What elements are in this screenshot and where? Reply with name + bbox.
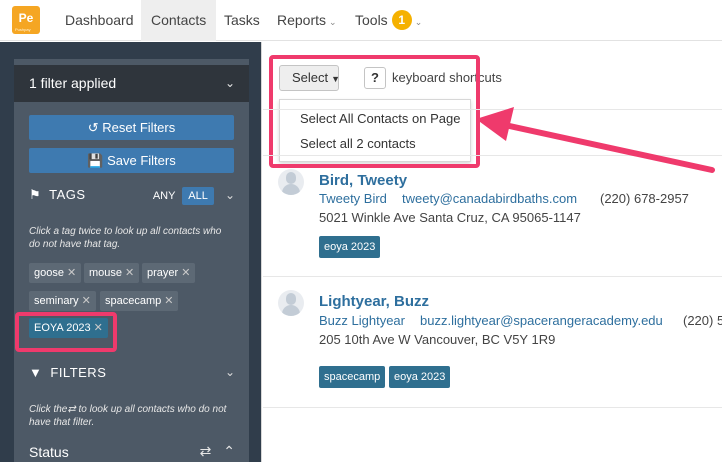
annotation-arrow-icon bbox=[476, 107, 715, 173]
